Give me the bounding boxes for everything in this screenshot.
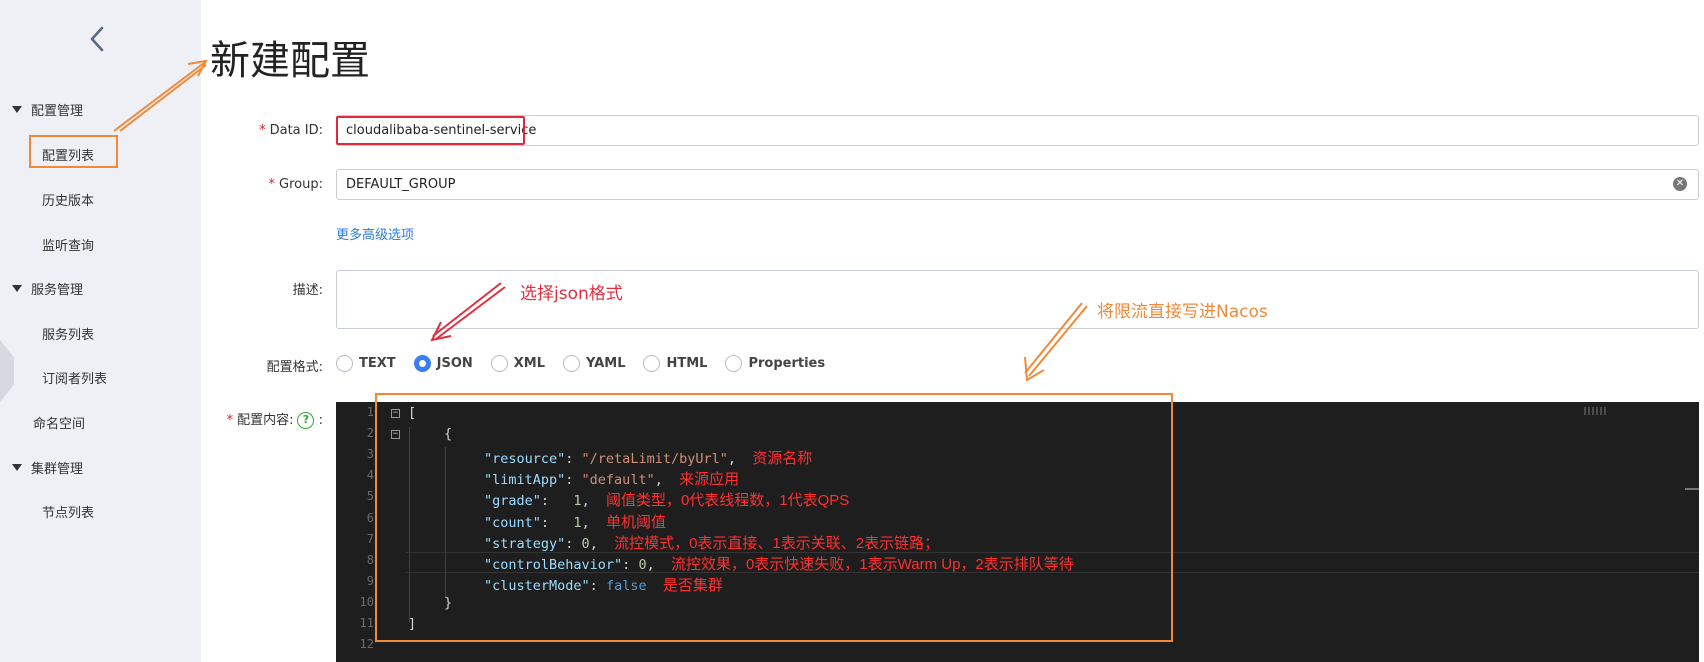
radio-html[interactable]: HTML [643, 354, 707, 372]
annotation-choose-json: 选择json格式 [520, 284, 623, 304]
nav-group-label: 配置管理 [31, 104, 84, 119]
line-number: 4 [366, 468, 374, 483]
highlight-config-list [29, 135, 118, 168]
group-input[interactable]: DEFAULT_GROUP [336, 169, 1699, 200]
group-value: DEFAULT_GROUP [346, 177, 456, 192]
caret-down-icon [12, 106, 22, 113]
radio-json[interactable]: JSON [413, 354, 473, 372]
help-icon[interactable]: ? [297, 412, 315, 429]
line-number: 6 [366, 510, 374, 525]
line-number: 5 [366, 489, 374, 504]
radio-properties[interactable]: Properties [725, 354, 825, 372]
radio-circle [725, 354, 743, 372]
nav-group-label: 集群管理 [31, 462, 84, 477]
app-root: 配置管理 配置列表 历史版本 监听查询 服务管理 服务列表 订阅者列表 命名空间… [0, 0, 1704, 662]
sidebar: 配置管理 配置列表 历史版本 监听查询 服务管理 服务列表 订阅者列表 命名空间… [0, 0, 201, 662]
page-title: 新建配置 [210, 38, 370, 84]
sidebar-item-history[interactable]: 历史版本 [42, 190, 94, 209]
line-number: 1 [366, 405, 374, 419]
nav-group-config[interactable]: 配置管理 [12, 100, 83, 119]
radio-circle [563, 354, 581, 372]
radio-circle [490, 354, 508, 372]
line-number: 2 [366, 426, 374, 441]
caret-down-icon [12, 464, 22, 471]
highlight-code-box [375, 393, 1173, 642]
line-number: 11 [359, 616, 374, 630]
content-label: * 配置内容:? : [226, 412, 323, 429]
radio-text[interactable]: TEXT [336, 354, 396, 372]
editor-minimap [1584, 407, 1608, 415]
data-id-input[interactable]: cloudalibaba-sentinel-service [336, 115, 1699, 146]
radio-xml[interactable]: XML [490, 354, 545, 372]
sidebar-item-node-list[interactable]: 节点列表 [42, 502, 94, 521]
clear-icon[interactable]: ✕ [1673, 177, 1687, 191]
more-options-link[interactable]: 更多高级选项 [336, 224, 414, 243]
line-number-gutter: 1 2 3 4 5 6 7 8 9 10 11 12 [336, 402, 376, 662]
line-number: 10 [359, 594, 374, 609]
collapse-arrow-icon[interactable] [84, 24, 112, 54]
format-radio-group: TEXT JSON XML YAML HTML Properties [336, 353, 843, 373]
radio-circle-selected [413, 354, 431, 372]
sidebar-item-service-list[interactable]: 服务列表 [42, 324, 94, 343]
nav-group-cluster[interactable]: 集群管理 [12, 458, 83, 477]
data-id-label: * Data ID: [259, 123, 323, 138]
highlight-data-id [336, 116, 525, 145]
group-label: * Group: [268, 177, 323, 192]
desc-label: 描述: [292, 283, 323, 298]
radio-yaml[interactable]: YAML [563, 354, 625, 372]
line-number: 8 [366, 552, 374, 567]
line-number: 9 [366, 573, 374, 588]
format-label: 配置格式: [266, 360, 323, 375]
annotation-write-nacos: 将限流直接写进Nacos [1097, 302, 1268, 322]
line-number: 7 [366, 531, 374, 546]
editor-scrollbar[interactable] [1685, 488, 1699, 490]
line-number: 3 [366, 447, 374, 462]
line-number: 12 [359, 637, 374, 652]
radio-circle [336, 354, 353, 372]
sidebar-item-listener-query[interactable]: 监听查询 [42, 235, 94, 254]
radio-circle [643, 354, 661, 372]
